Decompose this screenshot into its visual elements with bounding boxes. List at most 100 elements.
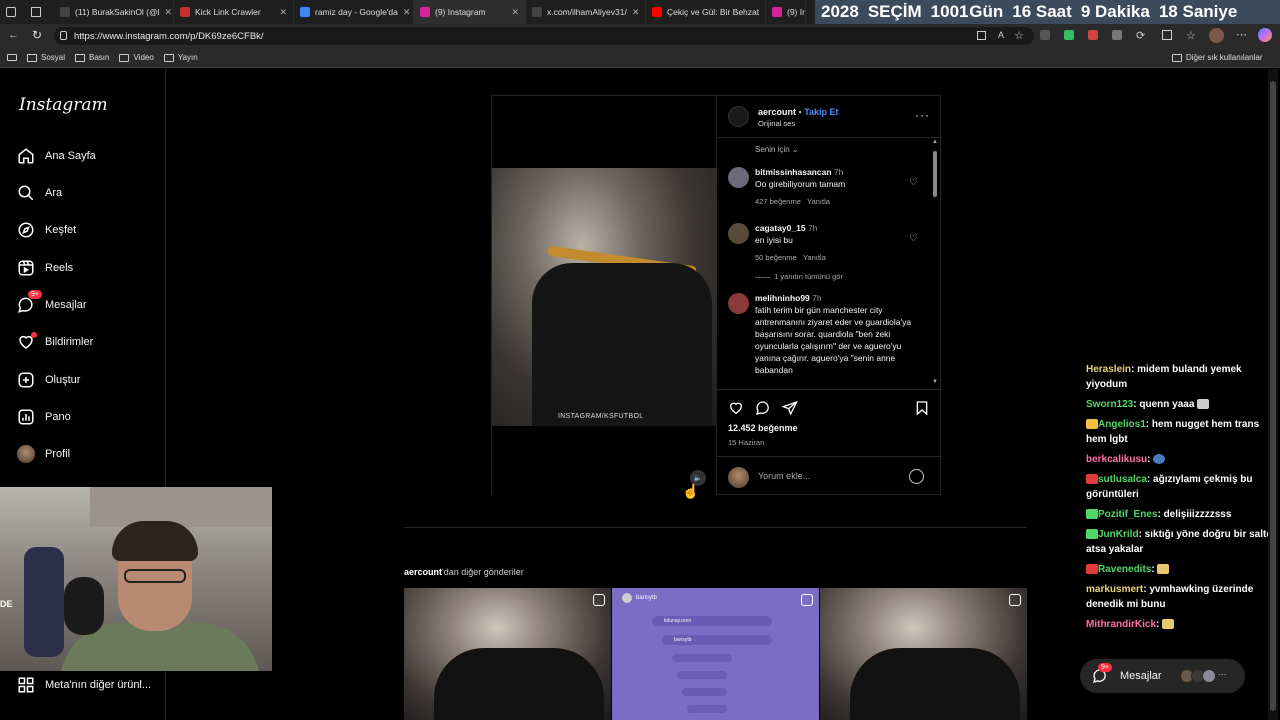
browser-tab[interactable]: ramiz day - Google'da ✕: [294, 0, 414, 24]
scroll-down-icon[interactable]: ▼: [932, 379, 938, 385]
close-icon[interactable]: ✕: [403, 7, 411, 18]
bookmark-menu-icon[interactable]: [7, 54, 17, 61]
like-comment-icon[interactable]: ♡: [909, 233, 918, 244]
nav-profile[interactable]: Profil: [17, 445, 70, 463]
bookmark-icon[interactable]: [914, 400, 930, 416]
nav-dashboard[interactable]: Pano: [17, 408, 71, 426]
bookmark-folder[interactable]: Basın: [75, 53, 109, 62]
share-icon[interactable]: [782, 400, 798, 416]
favorite-star-icon[interactable]: ☆: [1014, 29, 1024, 42]
commenter-avatar[interactable]: [728, 167, 749, 188]
comment-user[interactable]: melihninho99: [755, 293, 810, 303]
reply-button[interactable]: Yanıtla: [807, 197, 830, 206]
nav-notifications[interactable]: Bildirimler: [17, 332, 94, 351]
comment-user[interactable]: bitmissinhasancan: [755, 167, 832, 177]
tab-actions-icon[interactable]: [31, 7, 41, 17]
browser-tab[interactable]: Kick Link Crawler ✕: [174, 0, 294, 24]
contact-avatar: [1201, 669, 1216, 683]
browser-tab[interactable]: (9) In: [766, 0, 806, 24]
like-icon[interactable]: [728, 400, 744, 416]
comment-icon[interactable]: [755, 400, 771, 416]
nav-search[interactable]: Ara: [17, 184, 62, 202]
scrollbar-thumb[interactable]: [1270, 81, 1276, 711]
chevron-down-icon: ⌄: [791, 145, 799, 154]
thumb-row: tolunay.oren: [652, 616, 772, 626]
scroll-up-icon[interactable]: ▲: [932, 139, 938, 145]
page-scrollbar[interactable]: [1268, 69, 1278, 720]
browser-menu[interactable]: [0, 0, 54, 24]
browser-tab-active[interactable]: (9) Instagram ✕: [414, 0, 526, 24]
chat-message: JunKrild: sıktığı yöne doğru bir salto a…: [1086, 529, 1273, 555]
scrollbar-thumb[interactable]: [933, 151, 937, 197]
close-icon[interactable]: ✕: [511, 7, 519, 18]
nav-messages[interactable]: 9+ Mesajlar: [17, 290, 87, 314]
reply-button[interactable]: Yanıtla: [803, 253, 826, 262]
comment-input[interactable]: Yorum ekle...: [758, 471, 810, 481]
post-card: INSTAGRAM/KSFUTBOL 🔈 aercount • Takip Et…: [491, 95, 942, 496]
profile-avatar[interactable]: [1209, 28, 1224, 43]
back-icon[interactable]: ←: [8, 29, 19, 41]
nav-home[interactable]: Ana Sayfa: [17, 147, 96, 165]
follow-button[interactable]: Takip Et: [804, 107, 838, 117]
browser-tab[interactable]: x.com/ilhamAliyev31/ ✕: [526, 0, 646, 24]
post-thumbnail[interactable]: barisytb tolunay.oren barisytb: [612, 588, 819, 720]
nav-reels[interactable]: Reels: [17, 259, 73, 277]
nav-explore[interactable]: Keşfet: [17, 221, 76, 239]
author-name[interactable]: aercount: [758, 107, 796, 117]
sync-icon[interactable]: ⟳: [1136, 29, 1145, 42]
extension-icon[interactable]: [1112, 30, 1122, 40]
app-icon[interactable]: [977, 31, 986, 40]
close-icon[interactable]: ✕: [632, 7, 640, 18]
extension-icon[interactable]: [1088, 30, 1098, 40]
other-bookmarks[interactable]: Diğer sık kullanılanlar: [1172, 53, 1262, 62]
close-icon[interactable]: ✕: [165, 7, 173, 18]
emoji-icon[interactable]: [909, 469, 924, 484]
favorites-icon[interactable]: ☆: [1186, 29, 1196, 42]
audio-label[interactable]: Orijinal ses: [758, 119, 795, 128]
more-posts-author[interactable]: aercount: [404, 567, 442, 577]
browser-tab[interactable]: Çekiç ve Gül: Bir Behzat✕: [646, 0, 766, 24]
more-icon[interactable]: ⋯: [1236, 28, 1247, 41]
author-avatar[interactable]: [728, 106, 749, 127]
comments-scrollbar[interactable]: ▲ ▼: [932, 139, 938, 389]
view-replies[interactable]: —— 1 yanıtın tümünü gör: [755, 272, 843, 281]
more-options-icon[interactable]: ···: [915, 108, 930, 122]
commenter-avatar[interactable]: [728, 293, 749, 314]
nav-create[interactable]: Oluştur: [17, 371, 80, 389]
comment-user[interactable]: cagatay0_15: [755, 223, 806, 233]
extension-icon[interactable]: [1064, 30, 1074, 40]
post-thumbnail[interactable]: [404, 588, 611, 720]
split-screen-icon[interactable]: [1162, 30, 1172, 40]
commenter-avatar[interactable]: [728, 223, 749, 244]
countdown-minutes: 9 Dakika: [1080, 2, 1150, 21]
chat-user: berkcalikusu: [1086, 454, 1148, 465]
close-icon[interactable]: ✕: [279, 7, 287, 18]
workspaces-icon[interactable]: [6, 7, 16, 17]
comment-sort[interactable]: Senin için ⌄: [755, 145, 799, 154]
chat-message: Angelios1: hem nugget hem trans hem lgbt: [1086, 419, 1260, 445]
extensions-icon[interactable]: [1040, 30, 1050, 40]
reel-icon: [801, 594, 813, 606]
nav-meta-products[interactable]: Meta'nın diğer ürünl...: [17, 676, 151, 694]
author-line: aercount • Takip Et: [758, 107, 839, 117]
like-comment-icon[interactable]: ♡: [909, 177, 918, 188]
refresh-icon[interactable]: ↻: [32, 28, 42, 42]
video-player[interactable]: INSTAGRAM/KSFUTBOL 🔈: [492, 96, 717, 496]
like-count[interactable]: 12.452 beğenme: [728, 423, 798, 433]
instagram-logo[interactable]: Instagram: [19, 95, 108, 115]
post-thumbnail[interactable]: [820, 588, 1027, 720]
copilot-icon[interactable]: [1258, 28, 1272, 42]
nav-label: Ara: [45, 187, 63, 199]
browser-tab[interactable]: (11) BurakSakinOl (@l ✕: [54, 0, 174, 24]
countdown-year: 2028: [821, 2, 859, 21]
nav-label: Bildirimler: [45, 336, 94, 348]
read-aloud-icon[interactable]: A: [998, 30, 1004, 40]
messages-floating-button[interactable]: 9+ Mesajlar ···: [1080, 659, 1245, 693]
bookmark-folder[interactable]: Yayın: [163, 53, 198, 62]
url-field[interactable]: https://www.instagram.com/p/DK69ze6CFBk/…: [54, 27, 1034, 45]
comment-likes[interactable]: 427 beğenme: [755, 197, 801, 206]
bookmark-folder[interactable]: Sosyal: [27, 53, 65, 62]
comment-likes[interactable]: 50 beğenme: [755, 253, 797, 262]
bookmark-folder[interactable]: Video: [119, 53, 154, 62]
post-actions: 12.452 beğenme 15 Haziran: [717, 389, 942, 454]
